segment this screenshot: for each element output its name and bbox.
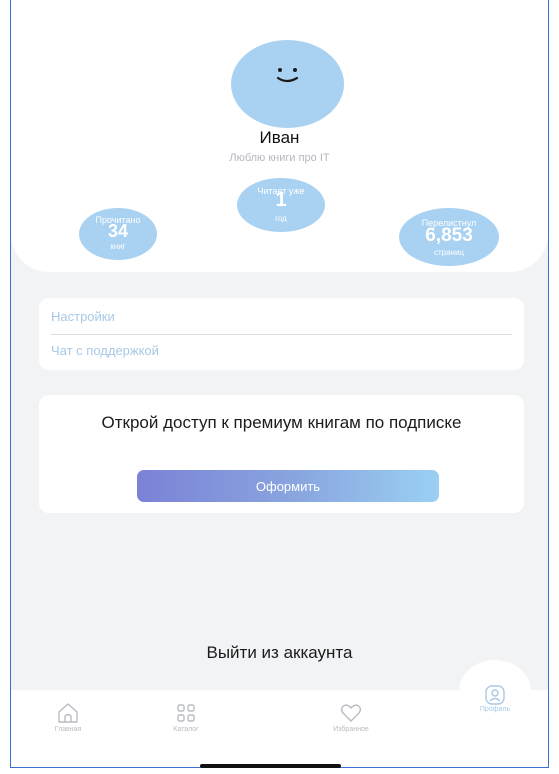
tab-label: Профиль (479, 706, 511, 713)
settings-menu: Настройки Чат с поддержкой (39, 298, 524, 370)
stat-value: 6,853 (425, 225, 473, 246)
tab-favorites[interactable]: Избранное (306, 690, 396, 750)
support-chat-link[interactable]: Чат с поддержкой (51, 334, 512, 368)
stat-pages-turned: Перелистнул 6,853 страниц (399, 208, 499, 266)
premium-promo-card: Открой доступ к премиум книгам по подпис… (39, 395, 524, 513)
stat-unit: книг (110, 242, 126, 251)
tab-catalog[interactable]: Каталог (141, 690, 231, 750)
tab-home[interactable]: Главная (23, 690, 113, 750)
settings-link[interactable]: Настройки (51, 300, 512, 335)
stat-value: 1 (275, 189, 287, 211)
subscribe-button[interactable]: Оформить (137, 470, 439, 502)
stat-books-read: Прочитано 34 книг (79, 208, 157, 260)
stat-unit: год (275, 214, 287, 223)
app-screen: Иван Люблю книги про IT Прочитано 34 кни… (10, 0, 549, 768)
heart-icon (340, 704, 362, 722)
profile-icon (485, 685, 505, 705)
tab-label: Избранное (333, 726, 369, 733)
promo-title: Открой доступ к премиум книгам по подпис… (101, 413, 462, 432)
home-icon (58, 703, 78, 723)
smiley-face-icon (276, 68, 299, 83)
tab-profile[interactable]: Профиль (459, 660, 531, 722)
bottom-tab-bar: Главная Каталог Избранное Профиль (11, 660, 548, 767)
grid-icon (177, 704, 195, 722)
user-name: Иван (259, 128, 300, 147)
logout-button[interactable]: Выйти из аккаунта (11, 643, 548, 663)
user-bio: Люблю книги про IT (229, 152, 330, 164)
home-indicator (200, 764, 341, 768)
tab-label: Главная (54, 726, 82, 733)
profile-header: Иван Люблю книги про IT Прочитано 34 кни… (11, 0, 548, 272)
tab-label: Каталог (173, 726, 199, 733)
stat-value: 34 (107, 221, 129, 241)
avatar[interactable] (231, 40, 344, 128)
stat-reading-years: Читает уже 1 год (237, 178, 325, 232)
stat-unit: страниц (433, 248, 465, 257)
